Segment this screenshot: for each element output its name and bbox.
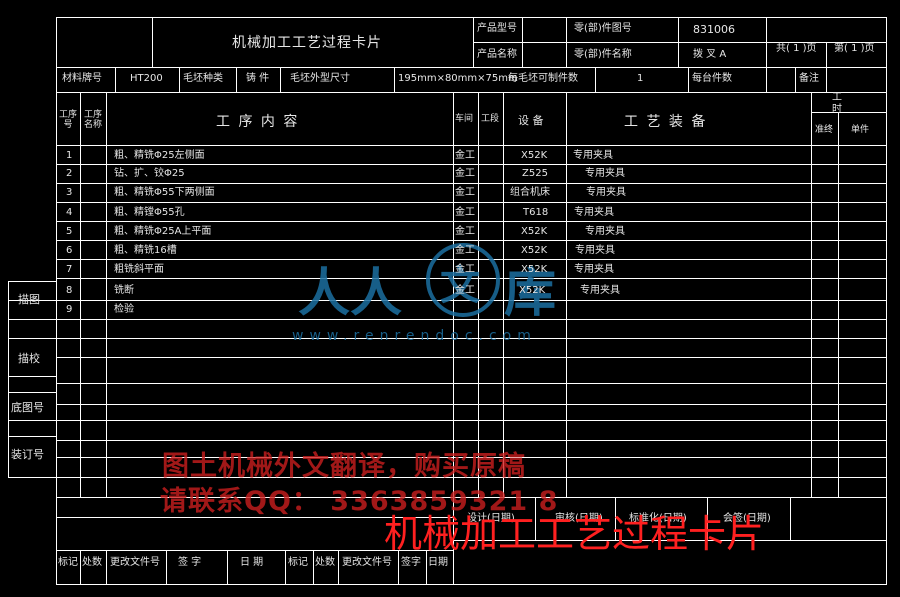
row-equipment: X52K [521,264,548,275]
site-url: www.renrendoc.com [292,328,537,344]
row-number: 6 [66,245,73,256]
side-label-check: 描校 [18,352,40,365]
footer-count-2: 处数 [315,557,335,568]
material-value: HT200 [130,73,163,84]
sheet-number: 第( 1 )页 [834,43,875,54]
part-name-value: 拨 叉 A [693,49,727,60]
row-number: 7 [66,264,73,275]
side-label-base-no: 底图号 [11,401,44,414]
row-equipment: X52K [521,226,548,237]
row-equipment: 组合机床 [510,187,550,198]
row-number: 9 [66,304,73,315]
row-tooling: 专用夹具 [573,150,613,161]
row-workshop: 金工 [455,150,475,161]
row-equipment: X52K [521,245,548,256]
footer-date-2: 日期 [428,557,448,568]
ad-watermark-line-1: 图土机械外文翻译，购买原稿 [162,451,526,482]
wen-glyph-icon: 文 [440,263,480,309]
row-tooling: 专用夹具 [575,245,615,256]
row-content: 铣断 [114,285,134,296]
part-number-value: 831006 [693,23,735,36]
side-label-bind-no: 装订号 [11,448,44,461]
sheet-total: 共( 1 )页 [776,43,817,54]
stamp-title: 机械加工工艺过程卡片 [384,512,765,556]
row-equipment: Z525 [522,168,548,179]
row-equipment: X52K [521,150,548,161]
blank-type-value: 铸 件 [246,73,270,84]
row-workshop: 金工 [455,168,475,179]
person-glyph-icon: 人人 [298,264,403,324]
row-workshop: 金工 [455,226,475,237]
per-blank-label: 每毛坯可制件数 [508,73,578,84]
row-equipment: X52K [519,285,546,296]
remarks-label: 备注 [799,73,819,84]
footer-count: 处数 [82,557,102,568]
row-content: 粗、精铣Φ25A上平面 [114,226,212,237]
footer-change-doc: 更改文件号 [110,557,160,568]
row-content: 粗、精铣Φ25左侧面 [114,150,205,161]
row-equipment: T618 [523,207,549,218]
row-tooling: 专用夹具 [585,168,625,179]
footer-mark: 标记 [58,557,78,568]
row-tooling: 专用夹具 [574,207,614,218]
row-number: 4 [66,207,73,218]
blank-size-value: 195mm×80mm×75mm [398,73,518,84]
row-content: 检验 [114,304,134,315]
card-title: 机械加工工艺过程卡片 [232,35,382,51]
side-label-draw: 描图 [18,293,40,306]
row-workshop: 金工 [455,285,475,296]
col-hours: 工时 [832,92,842,115]
row-number: 5 [66,226,73,237]
row-workshop: 金工 [455,187,475,198]
row-content: 粗、精铣Φ55下两侧面 [114,187,215,198]
col-unit: 单件 [851,125,870,135]
footer-signature-2: 签字 [401,557,421,568]
row-number: 8 [66,285,73,296]
row-workshop: 金工 [455,264,475,275]
row-content: 粗铣斜平面 [114,264,164,275]
blank-size-label: 毛坯外型尺寸 [290,73,350,84]
col-step-no: 工序号 [58,110,77,130]
col-section: 工段 [481,114,500,124]
part-name-label: 零(部)件名称 [574,49,632,60]
footer-signature: 签 字 [178,557,202,568]
product-name-label: 产品名称 [477,49,517,60]
row-content: 粗、精铣16槽 [114,245,177,256]
footer-date: 日 期 [240,557,264,568]
row-workshop: 金工 [455,207,475,218]
row-content: 钻、扩、铰Φ25 [114,168,185,179]
row-tooling: 专用夹具 [586,187,626,198]
material-label: 材料牌号 [62,73,102,84]
row-tooling: 专用夹具 [585,226,625,237]
row-tooling: 专用夹具 [580,285,620,296]
col-prep: 准终 [815,125,834,135]
footer-change-doc-2: 更改文件号 [342,557,392,568]
col-step-name: 工序名称 [83,110,102,130]
per-blank-value: 1 [637,73,644,84]
row-content: 粗、精镗Φ55孔 [114,207,185,218]
row-workshop: 金工 [455,245,475,256]
product-model-label: 产品型号 [477,23,517,34]
per-unit-label: 每台件数 [692,73,732,84]
blank-type-label: 毛坯种类 [183,73,223,84]
col-tooling: 工 艺 装 备 [624,114,708,130]
col-workshop: 车间 [455,114,474,124]
footer-mark-2: 标记 [288,557,308,568]
row-number: 2 [66,168,73,179]
col-equipment: 设 备 [518,114,544,127]
row-number: 3 [66,187,73,198]
col-content: 工 序 内 容 [216,114,300,130]
row-tooling: 专用夹具 [574,264,614,275]
part-number-label: 零(部)件图号 [574,23,632,34]
row-number: 1 [66,150,73,161]
